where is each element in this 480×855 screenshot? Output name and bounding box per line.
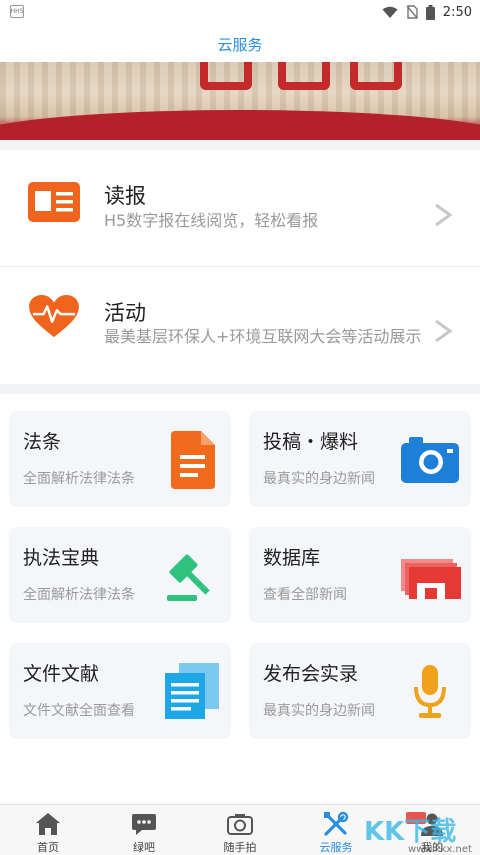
app-header: 云服务 [0,24,480,64]
tab-label: 首页 [37,841,59,854]
card-laws[interactable]: 法条 全面解析法律法条 [9,411,231,507]
status-bar: HHS 2:50 [0,0,480,24]
wifi-icon [382,6,398,18]
list-item-title: 读报 [104,184,146,208]
document-icon [171,431,215,489]
microphone-icon [414,665,446,718]
database-icon [401,559,461,599]
tab-home[interactable]: 首页 [0,805,96,855]
section-divider [0,384,480,394]
notification-icon: HHS [10,5,24,18]
tools-icon [324,811,349,836]
chat-bubble-icon [132,814,156,835]
card-title: 发布会实录 [263,663,359,685]
newspaper-icon [28,182,80,222]
page-title: 云服务 [217,35,263,54]
tab-green-bar[interactable]: 绿吧 [96,805,192,855]
tab-snapshot[interactable]: 随手拍 [192,805,288,855]
card-documents[interactable]: 文件文献 文件文献全面查看 [9,643,231,739]
list-item-desc: H5数字报在线阅览，轻松看报 [104,211,319,230]
banner-calligraphy-mark [200,62,252,90]
notification-badge-text: HHS [10,8,24,15]
list-item-title: 活动 [104,301,146,325]
banner-image[interactable] [0,62,480,140]
card-subtitle: 查看全部新闻 [263,587,347,603]
status-icons: 2:50 [382,0,472,24]
status-time: 2:50 [442,4,472,20]
battery-icon [425,4,435,20]
no-sim-icon [406,5,418,19]
watermark-logo-mark: KK下载 www.kkx.net [364,812,472,855]
heart-pulse-icon [29,295,79,338]
card-subtitle: 最真实的身边新闻 [263,703,375,719]
card-subtitle: 全面解析法律法条 [23,471,135,487]
card-title: 执法宝典 [23,547,100,569]
tab-label: 随手拍 [223,841,257,854]
card-title: 投稿・爆料 [263,431,359,453]
camera-icon [401,437,459,483]
tab-label: 绿吧 [133,841,155,854]
card-subtitle: 全面解析法律法条 [23,587,135,603]
list-item-read-paper[interactable]: 读报 H5数字报在线阅览，轻松看报 [0,150,480,266]
gavel-icon [167,554,210,601]
home-icon [36,813,60,835]
service-grid: 法条 全面解析法律法条 投稿・爆料 最真实的身边新闻 执法宝典 全面解析法律法条 [0,394,480,804]
chevron-right-icon [435,203,453,227]
section-divider [0,140,480,150]
card-subtitle: 最真实的身边新闻 [263,471,375,487]
list-item-desc: 最美基层环保人+环境互联网大会等活动展示 [104,327,422,346]
banner-calligraphy-mark [350,62,402,90]
chevron-right-icon [435,319,453,343]
card-submit-news[interactable]: 投稿・爆料 最真实的身边新闻 [249,411,471,507]
watermark-text: KK下载 [364,817,456,847]
card-title: 数据库 [263,547,321,569]
card-title: 法条 [23,431,62,453]
watermark-logo: KK下载 www.kkx.net [362,806,472,855]
list-item-activity[interactable]: 活动 最美基层环保人+环境互联网大会等活动展示 [0,267,480,384]
banner-calligraphy-mark [278,62,330,90]
card-press-conference[interactable]: 发布会实录 最真实的身边新闻 [249,643,471,739]
card-subtitle: 文件文献全面查看 [23,703,135,719]
watermark-domain: www.kkx.net [408,844,472,854]
files-icon [165,663,219,719]
card-law-enforcement[interactable]: 执法宝典 全面解析法律法条 [9,527,231,623]
camera-outline-icon [227,814,253,835]
card-title: 文件文献 [23,663,100,685]
tab-label: 云服务 [319,841,353,854]
card-database[interactable]: 数据库 查看全部新闻 [249,527,471,623]
